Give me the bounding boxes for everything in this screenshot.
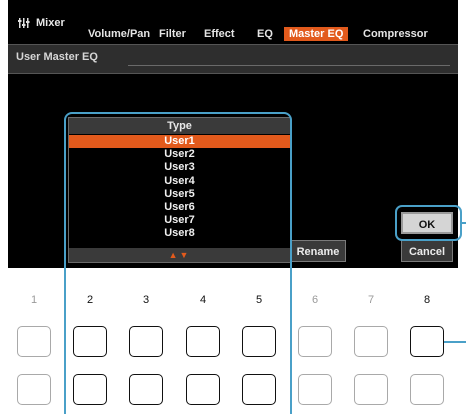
callout-connector-button-8 — [444, 341, 466, 343]
page-header: User Master EQ — [8, 44, 458, 74]
page-title: User Master EQ — [16, 51, 98, 63]
tab-filter[interactable]: Filter — [159, 27, 186, 41]
panel-button-1-upper[interactable] — [17, 326, 51, 357]
cancel-button[interactable]: Cancel — [401, 240, 453, 262]
callout-frame-ok — [395, 205, 462, 241]
panel-button-6-lower[interactable] — [298, 374, 332, 405]
slot-number-7: 7 — [367, 294, 375, 306]
divider — [128, 65, 450, 66]
panel-button-7-upper[interactable] — [354, 326, 388, 357]
callout-frame-type-list — [64, 112, 292, 414]
mixer-sliders-icon — [18, 18, 30, 28]
panel-button-8-lower[interactable] — [410, 374, 444, 405]
rename-button[interactable]: Rename — [290, 240, 346, 262]
slot-number-6: 6 — [311, 294, 319, 306]
panel-button-1-lower[interactable] — [17, 374, 51, 405]
panel-button-8-upper[interactable] — [410, 326, 444, 357]
app-title: Mixer — [36, 17, 65, 29]
slot-number-1: 1 — [30, 294, 38, 306]
tab-bar: Mixer Volume/Pan Filter Effect EQ Master… — [8, 0, 458, 44]
panel-button-6-upper[interactable] — [298, 326, 332, 357]
panel-button-7-lower[interactable] — [354, 374, 388, 405]
tab-volume-pan[interactable]: Volume/Pan — [88, 27, 150, 41]
tab-effect[interactable]: Effect — [204, 27, 235, 41]
tab-compressor[interactable]: Compressor — [363, 27, 428, 41]
slot-number-8: 8 — [423, 294, 431, 306]
callout-connector-ok — [460, 222, 466, 224]
tab-eq[interactable]: EQ — [257, 27, 273, 41]
tab-master-eq[interactable]: Master EQ — [284, 27, 349, 41]
